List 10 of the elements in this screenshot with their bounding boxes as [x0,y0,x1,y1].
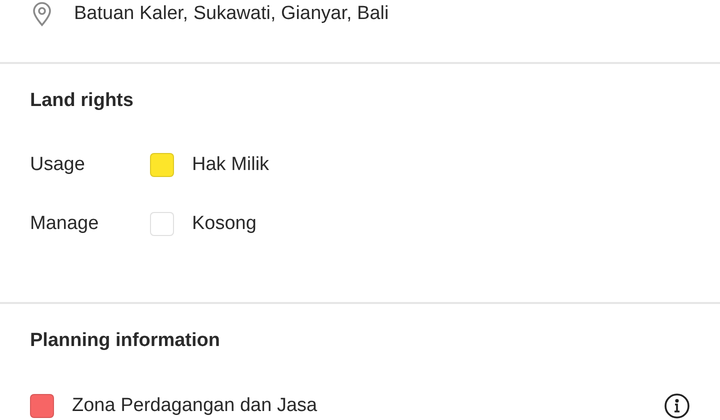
location-pin-icon [30,1,54,27]
field-label: Usage [30,154,86,176]
section-title: Planning information [30,330,221,352]
zone-name: Zona Perdagangan dan Jasa [72,395,318,417]
section-title: Land rights [30,90,134,112]
field-value: Hak Milik [192,154,270,176]
info-icon[interactable] [664,393,690,419]
address-text: Batuan Kaler, Sukawati, Gianyar, Bali [74,3,389,25]
field-label: Manage [30,213,100,235]
field-value: Kosong [192,213,256,235]
